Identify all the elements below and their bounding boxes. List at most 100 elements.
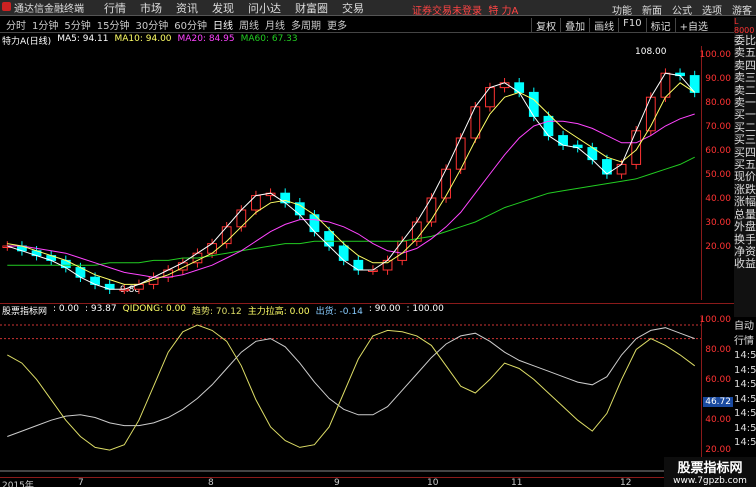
chuhuo-value: 出货: -0.14 (315, 307, 363, 317)
auto-label[interactable]: 自动 (734, 320, 756, 335)
period-toolbar: 分时 1分钟 5分钟 15分钟 30分钟 60分钟 日线 周线 月线 多周期 更… (0, 17, 756, 33)
date-axis: 2015年 7 8 9 10 11 12 (0, 477, 756, 487)
tool-huaxian[interactable]: 画线 (589, 18, 618, 33)
trend-line (7, 324, 695, 451)
ma20-label: MA20: 84.95 (177, 34, 235, 44)
indicator-value: : 0.00 (53, 304, 79, 314)
candle-up (631, 130, 642, 165)
menu-youke[interactable]: 游客 (732, 2, 752, 17)
price-tick: 60.00 (705, 146, 731, 156)
indicator-value: : 93.87 (84, 304, 117, 314)
price-tick: 100.00 (699, 50, 732, 60)
quote-side-panel: L 8000 委比 卖五 卖四 卖三 卖二 卖一 买一 买二 买三 买四 买五 … (734, 17, 756, 317)
candle-up (485, 87, 495, 108)
price-axis: 100.00 90.00 80.00 70.00 60.00 50.00 40.… (699, 46, 733, 300)
quote-field: 涨幅 (734, 195, 756, 209)
date-label: 10 (427, 478, 439, 487)
period-daily[interactable]: 日线 (213, 17, 233, 32)
price-tick: 40.00 (705, 194, 731, 204)
period-fenshi[interactable]: 分时 (6, 17, 26, 32)
period-monthly[interactable]: 月线 (265, 17, 285, 32)
panel-top-label: L 8000 (734, 17, 755, 35)
watermark-title: 股票指标网 (677, 461, 743, 476)
menu-item-wenxiaoda[interactable]: 问小达 (248, 0, 281, 16)
menu-right-group: 功能 新面 公式 选项 游客 (612, 2, 752, 17)
tool-diejia[interactable]: 叠加 (560, 18, 589, 33)
period-30min[interactable]: 30分钟 (135, 17, 168, 32)
quote-field: 卖三 (734, 71, 756, 85)
candle-up (441, 168, 451, 199)
indicator-tick: 100.00 (699, 315, 732, 325)
price-tick: 20.00 (705, 242, 731, 252)
quote-field: 现价 (734, 170, 756, 184)
indicator-tick: 80.00 (705, 345, 731, 355)
tick-time: 14:50 (734, 364, 756, 376)
app-title: 通达信金融终端 (0, 0, 90, 15)
period-15min[interactable]: 15分钟 (97, 17, 130, 32)
date-label: 9 (334, 478, 340, 487)
tool-f10[interactable]: F10 (618, 18, 645, 33)
menu-item-hangqing[interactable]: 行情 (104, 0, 126, 16)
date-label: 7 (78, 478, 84, 487)
price-tick: 30.00 (705, 218, 731, 228)
quote-field: 收益 (734, 257, 756, 271)
tick-time: 14:50 (734, 437, 756, 448)
indicator-value: : 100.00 (406, 304, 444, 314)
ma60-label: MA60: 67.33 (240, 34, 298, 44)
menu-bar: 通达信金融终端 行情 市场 资讯 发现 问小达 财富圈 交易 证券交易未登录 特… (0, 0, 756, 17)
zhuli-value: 主力拉高: 0.00 (247, 307, 310, 317)
quote-field: 外盘 (734, 220, 756, 234)
app-logo-icon (2, 2, 11, 11)
candle-down (543, 115, 554, 137)
menu-item-jiaoyi[interactable]: 交易 (342, 0, 364, 16)
site-watermark: 股票指标网 www.7gpzb.com (664, 457, 756, 487)
menu-gongshi[interactable]: 公式 (672, 2, 692, 17)
menu-xuanxiang[interactable]: 选项 (702, 2, 722, 17)
candlestick-chart[interactable]: 108.00 9.88 (0, 46, 702, 300)
slow-line (7, 327, 695, 437)
period-5min[interactable]: 5分钟 (64, 17, 90, 32)
indicator-value: : 90.00 (368, 304, 401, 314)
candle-up (426, 197, 437, 223)
indicator-chart[interactable] (0, 317, 702, 477)
period-60min[interactable]: 60分钟 (174, 17, 207, 32)
indicator-tick: 20.00 (705, 445, 731, 455)
candle-down (528, 91, 539, 117)
tick-time: 14:50 (734, 393, 756, 405)
candle-up (455, 137, 466, 170)
chart-tools: 复权 叠加 画线 F10 标记 +自选 (531, 18, 712, 33)
high-price-label: 108.00 (635, 47, 667, 57)
period-multi[interactable]: 多周期 (291, 17, 321, 32)
price-tick: 80.00 (705, 98, 731, 108)
price-tick: 70.00 (705, 122, 731, 132)
menu-item-shichang[interactable]: 市场 (140, 0, 162, 16)
candle-down (338, 245, 349, 261)
menu-item-zixun[interactable]: 资讯 (176, 0, 198, 16)
tool-fuquan[interactable]: 复权 (531, 18, 560, 33)
login-notice[interactable]: 证券交易未登录 特 力A (412, 2, 518, 17)
ma-info-bar: 特力A(日线) MA5: 94.11 MA10: 94.00 MA20: 84.… (0, 34, 298, 47)
quote-label: 行情 (734, 335, 754, 347)
menu-gongneng[interactable]: 功能 (612, 2, 632, 17)
date-label: 2015年 (2, 481, 34, 487)
ma5-line (7, 72, 696, 290)
quote-field: 买一 (734, 108, 756, 122)
date-label: 8 (208, 478, 214, 487)
indicator-tick: 60.00 (705, 375, 731, 385)
tool-biaoji[interactable]: 标记 (645, 18, 675, 33)
qidong-value: QIDONG: 0.00 (122, 304, 187, 314)
indicator-tick: 40.00 (705, 415, 731, 425)
menu-xinmian[interactable]: 新面 (642, 2, 662, 17)
menu-item-caifuquan[interactable]: 财富圈 (295, 0, 328, 16)
period-1min[interactable]: 1分钟 (32, 17, 58, 32)
tick-time: 14:50 (734, 422, 756, 434)
menu-item-faxian[interactable]: 发现 (212, 0, 234, 16)
price-tick: 50.00 (705, 170, 731, 180)
tool-add-watchlist[interactable]: +自选 (674, 18, 712, 33)
indicator-axis: 100.00 80.00 60.00 46.72 40.00 20.00 (699, 315, 733, 477)
period-weekly[interactable]: 周线 (239, 17, 259, 32)
stock-label: 特力A(日线) (2, 37, 52, 47)
indicator-name[interactable]: 股票指标网 (2, 304, 47, 317)
period-more[interactable]: 更多 (327, 17, 347, 32)
ma20-line (7, 113, 695, 278)
